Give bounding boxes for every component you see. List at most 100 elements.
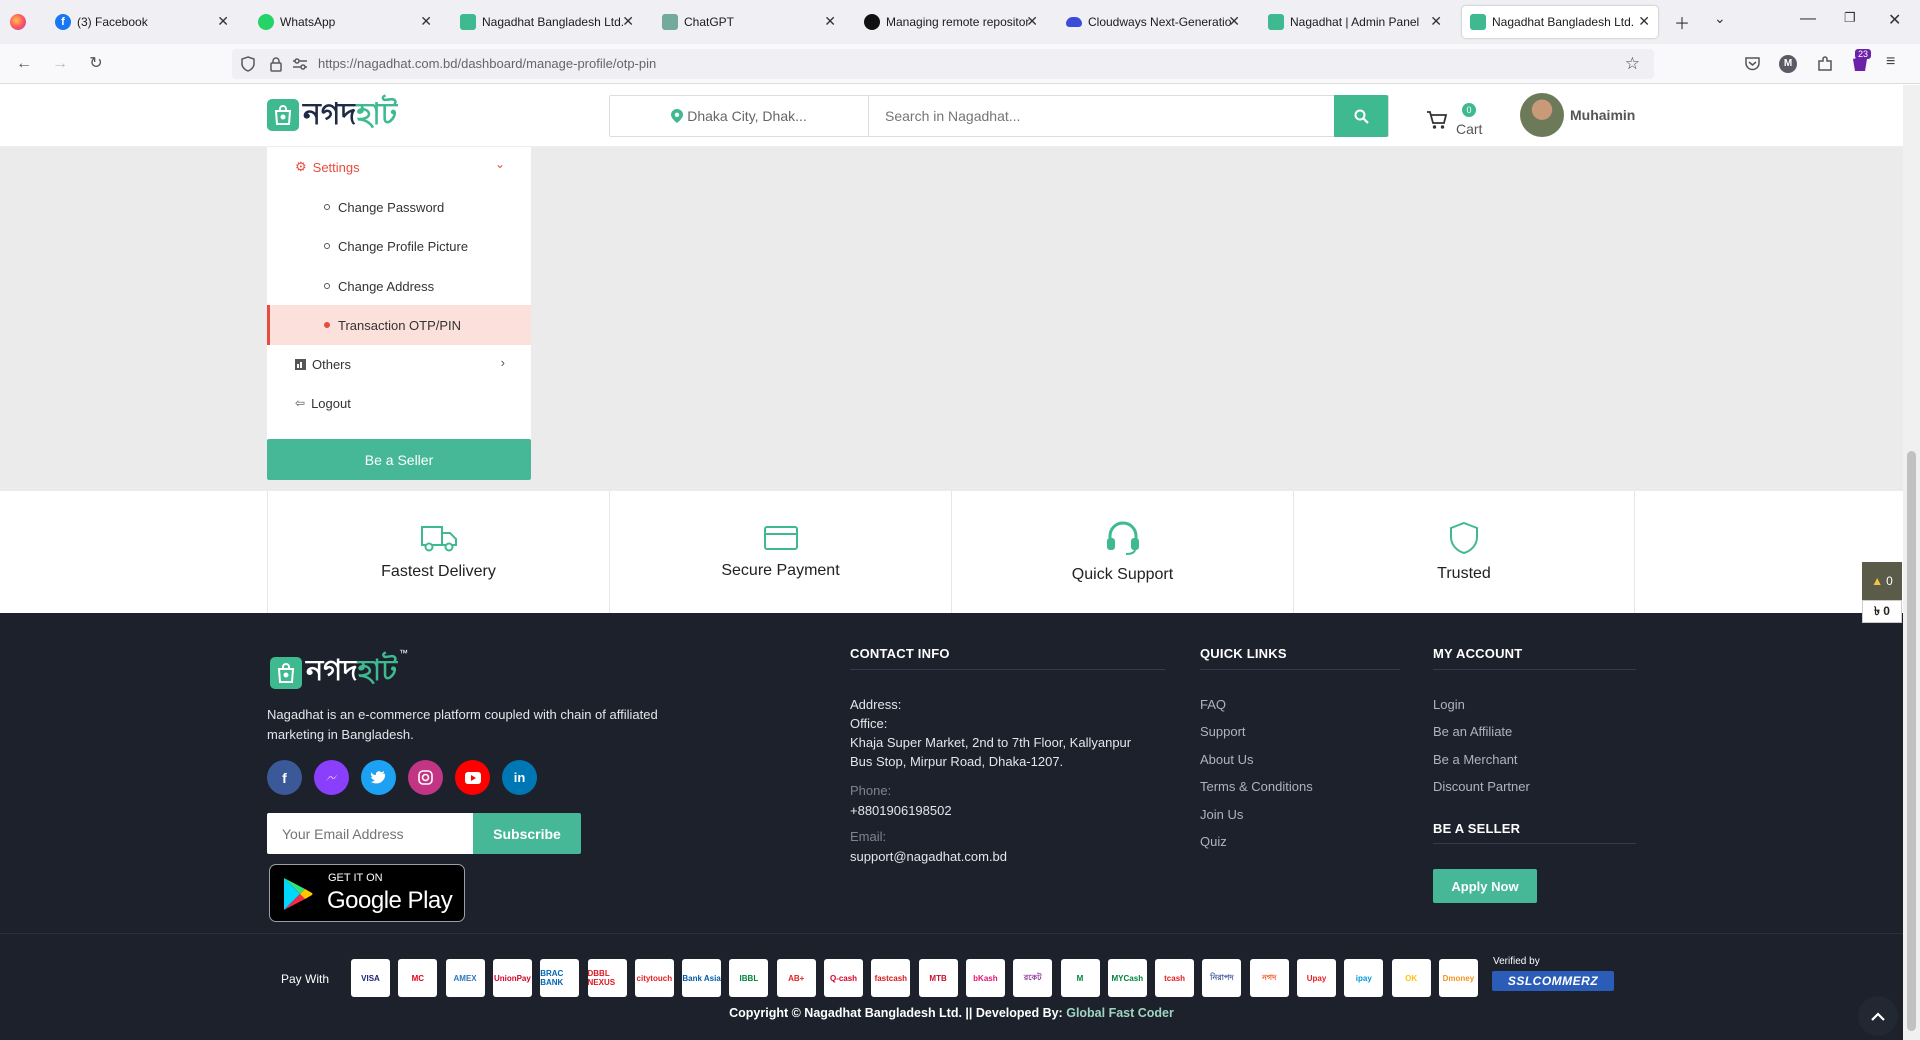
window-close-icon[interactable]: ✕ — [1888, 10, 1901, 30]
tab-facebook[interactable]: f (3) Facebook ✕ — [47, 6, 237, 38]
gear-icon: ⚙ — [295, 159, 307, 174]
tab-github[interactable]: Managing remote repositor ✕ — [856, 6, 1046, 38]
close-icon[interactable]: ✕ — [420, 13, 432, 30]
pocket-icon[interactable] — [1744, 56, 1761, 72]
google-play-icon — [284, 878, 313, 910]
menu-transaction-otp-pin[interactable]: Transaction OTP/PIN — [267, 305, 531, 345]
instagram-icon[interactable] — [408, 760, 443, 795]
menu-settings[interactable]: ⚙ Settings ⌄ — [267, 147, 531, 187]
scrollbar-thumb[interactable] — [1907, 451, 1916, 1031]
site-logo[interactable]: নগদহাট — [267, 98, 397, 132]
close-icon[interactable]: ✕ — [1638, 13, 1650, 30]
forward-icon[interactable]: → — [50, 54, 70, 74]
cart-link[interactable]: 0 Cart — [1426, 103, 1482, 143]
page-scrollbar[interactable] — [1903, 85, 1920, 1040]
address-label: Address: — [850, 697, 902, 712]
shield-tracking-icon[interactable] — [240, 56, 256, 72]
user-menu[interactable]: Muhaimin — [1520, 93, 1635, 137]
back-icon[interactable]: ← — [14, 54, 34, 74]
footer-link-discount-partner[interactable]: Discount Partner — [1433, 779, 1530, 794]
feature-label: Trusted — [1437, 565, 1491, 582]
footer-link-login[interactable]: Login — [1433, 697, 1465, 712]
close-icon[interactable]: ✕ — [1026, 13, 1038, 30]
url-text[interactable]: https://nagadhat.com.bd/dashboard/manage… — [318, 56, 656, 71]
pay-with-label: Pay With — [281, 972, 330, 986]
footer-link-quiz[interactable]: Quiz — [1200, 834, 1227, 849]
email-value[interactable]: support@nagadhat.com.bd — [850, 847, 1007, 866]
account-avatar[interactable]: M — [1779, 55, 1797, 73]
footer-link-join[interactable]: Join Us — [1200, 807, 1243, 822]
location-selector[interactable]: Dhaka City, Dhak... — [610, 96, 869, 136]
menu-others-label: Others — [312, 356, 352, 372]
footer-link-faq[interactable]: FAQ — [1200, 697, 1226, 712]
menu-icon[interactable]: ≡ — [1886, 53, 1895, 71]
tab-nagadhat-active[interactable]: Nagadhat Bangladesh Ltd. ✕ — [1462, 6, 1658, 38]
new-tab-icon[interactable]: ＋ — [1674, 10, 1690, 34]
subscribe-button[interactable]: Subscribe — [473, 813, 581, 854]
be-a-seller-button[interactable]: Be a Seller — [267, 439, 531, 480]
reload-icon[interactable]: ↻ — [86, 54, 106, 74]
extensions-icon[interactable] — [1816, 55, 1834, 73]
sslcommerz-logo: SSLCOMMERZ — [1492, 971, 1614, 991]
back-to-top-button[interactable] — [1858, 996, 1898, 1036]
user-name: Muhaimin — [1570, 107, 1636, 123]
footer-link-affiliate[interactable]: Be an Affiliate — [1433, 724, 1512, 739]
menu-logout[interactable]: ⇦ Logout — [267, 383, 531, 423]
newsletter-email-input[interactable] — [267, 813, 473, 854]
twitter-icon[interactable] — [361, 760, 396, 795]
footer-logo[interactable]: নগদহাট ™ — [270, 648, 408, 697]
menu-change-password[interactable]: Change Password — [267, 187, 531, 227]
close-icon[interactable]: ✕ — [1430, 13, 1442, 30]
close-icon[interactable]: ✕ — [824, 13, 836, 30]
google-play-badge[interactable]: GET IT ON Google Play — [269, 864, 465, 922]
tab-chatgpt[interactable]: ChatGPT ✕ — [654, 6, 844, 38]
menu-logout-label: Logout — [311, 395, 351, 411]
divider — [1433, 669, 1636, 670]
payment-logo-ab: AB+ — [776, 959, 816, 997]
extension-ublock-icon[interactable]: 23 — [1850, 49, 1872, 73]
close-icon[interactable]: ✕ — [622, 13, 634, 30]
floating-cart[interactable]: ▲ 0 ৳ 0 — [1862, 562, 1902, 623]
youtube-icon[interactable] — [455, 760, 490, 795]
footer-link-merchant[interactable]: Be a Merchant — [1433, 752, 1518, 767]
developer-link[interactable]: Global Fast Coder — [1066, 1006, 1174, 1020]
apply-now-button[interactable]: Apply Now — [1433, 869, 1537, 903]
tab-list-icon[interactable]: ⌄ — [1714, 10, 1726, 27]
payment-logo-citytouch: citytouch — [634, 959, 674, 997]
phone-label: Phone: — [850, 783, 892, 798]
tab-cloudways[interactable]: Cloudways Next-Generatio ✕ — [1058, 6, 1248, 38]
menu-change-address[interactable]: Change Address — [267, 266, 531, 306]
lock-icon[interactable] — [268, 56, 284, 72]
tab-admin-panel[interactable]: Nagadhat | Admin Panel ✕ — [1260, 6, 1450, 38]
menu-change-profile-picture[interactable]: Change Profile Picture — [267, 226, 531, 266]
minimize-icon[interactable]: — — [1800, 10, 1816, 28]
footer-link-about[interactable]: About Us — [1200, 752, 1253, 767]
phone-value[interactable]: +8801906198502 — [850, 801, 952, 820]
permissions-icon[interactable] — [292, 57, 308, 71]
search-input[interactable] — [870, 96, 1336, 136]
footer-link-support[interactable]: Support — [1200, 724, 1246, 739]
messenger-icon[interactable] — [314, 760, 349, 795]
search-button[interactable] — [1334, 95, 1388, 137]
tab-nagadhat-1[interactable]: Nagadhat Bangladesh Ltd. ✕ — [452, 6, 642, 38]
feature-label: Fastest Delivery — [381, 563, 496, 580]
bookmark-star-icon[interactable]: ☆ — [1625, 54, 1640, 74]
linkedin-icon[interactable]: in — [502, 760, 537, 795]
close-icon[interactable]: ✕ — [217, 13, 229, 30]
browser-tab-bar: f (3) Facebook ✕ WhatsApp ✕ Nagadhat Ban… — [0, 0, 1920, 44]
shopping-bag-icon: ▲ — [1871, 574, 1884, 588]
truck-icon — [420, 526, 457, 552]
firefox-icon[interactable] — [10, 14, 26, 30]
feature-secure-payment: Secure Payment — [609, 491, 951, 613]
menu-others[interactable]: Others › — [267, 344, 531, 384]
shopping-bag-icon — [270, 656, 302, 689]
footer-link-terms[interactable]: Terms & Conditions — [1200, 779, 1313, 794]
browser-nav-bar: ← → ↻ https://nagadhat.com.bd/dashboard/… — [0, 44, 1920, 84]
payment-logo-ipay: ipay — [1344, 959, 1384, 997]
url-bar[interactable]: https://nagadhat.com.bd/dashboard/manage… — [232, 49, 1654, 79]
facebook-icon[interactable]: f — [267, 760, 302, 795]
tab-whatsapp[interactable]: WhatsApp ✕ — [250, 6, 440, 38]
restore-icon[interactable]: ❐ — [1844, 10, 1856, 26]
close-icon[interactable]: ✕ — [1228, 13, 1240, 30]
bullet-icon — [324, 204, 330, 210]
